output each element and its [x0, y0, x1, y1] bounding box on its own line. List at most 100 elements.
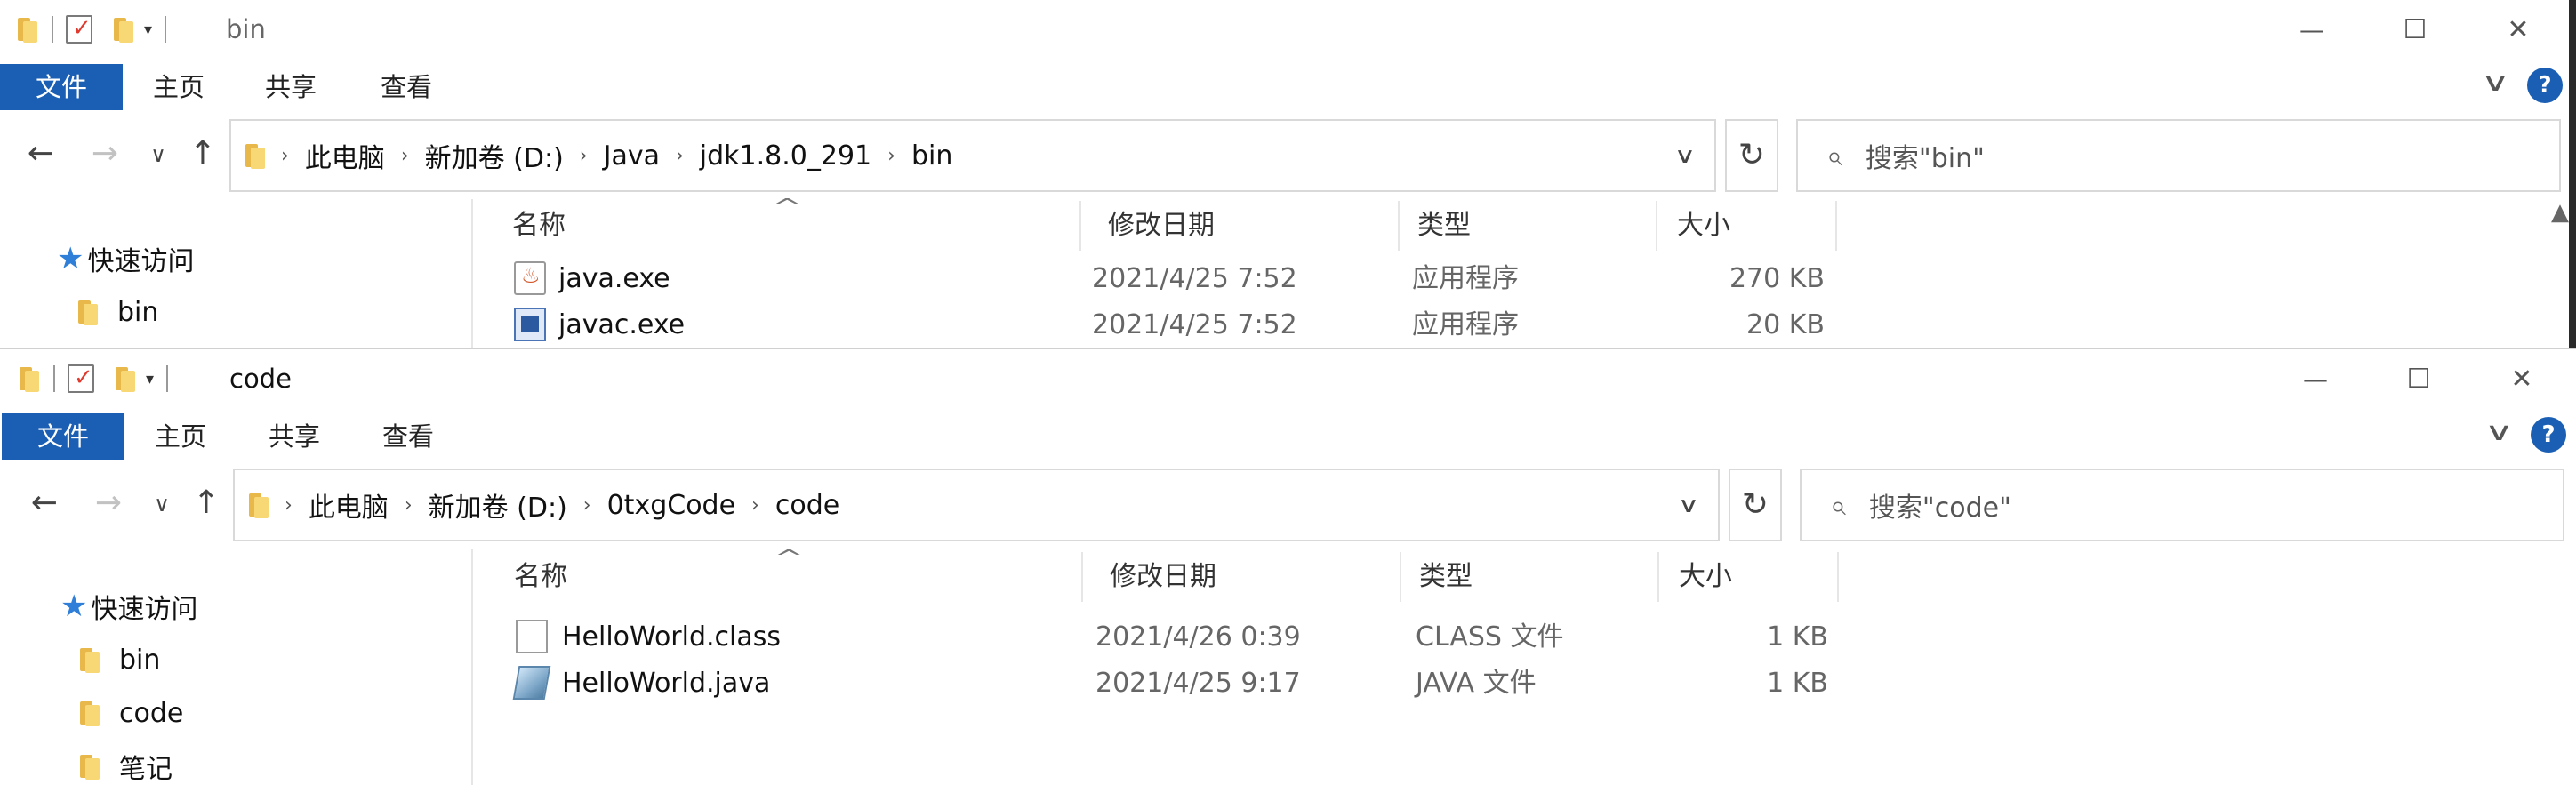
breadcrumb-code[interactable]: code: [775, 490, 839, 521]
new-folder-icon[interactable]: [114, 365, 137, 392]
help-icon[interactable]: ?: [2527, 68, 2563, 103]
breadcrumb-bin[interactable]: bin: [911, 140, 952, 172]
expand-ribbon-chevron-icon[interactable]: ∨: [2484, 417, 2514, 446]
search-placeholder[interactable]: 搜索"code": [1869, 485, 2011, 525]
address-history-dropdown-icon[interactable]: ∨: [1654, 119, 1716, 192]
search-placeholder[interactable]: 搜索"bin": [1866, 136, 1985, 175]
file-date: 2021/4/25 7:52: [1092, 309, 1297, 340]
separator: [166, 365, 169, 392]
column-header-type[interactable]: 类型: [1400, 201, 1657, 251]
sort-ascending-icon: ^: [772, 196, 802, 218]
tab-view[interactable]: 查看: [382, 413, 434, 460]
sidebar-item-bin[interactable]: bin: [76, 292, 158, 332]
address-history-dropdown-icon[interactable]: ∨: [1657, 469, 1720, 541]
table-row[interactable]: java.exe 2021/4/25 7:52 应用程序 270 KB: [475, 256, 1862, 302]
recent-locations-button[interactable]: ∨: [142, 492, 181, 517]
close-button[interactable]: ✕: [2500, 12, 2536, 48]
column-header-date[interactable]: 修改日期: [1081, 201, 1400, 251]
breadcrumb-separator[interactable]: ›: [583, 494, 591, 517]
maximize-button[interactable]: ☐: [2401, 362, 2436, 397]
maximize-button[interactable]: ☐: [2397, 12, 2433, 48]
properties-icon[interactable]: [68, 364, 94, 393]
window-title: code: [229, 364, 292, 394]
forward-button[interactable]: →: [85, 135, 124, 172]
breadcrumb-this-pc[interactable]: 此电脑: [305, 136, 385, 175]
table-row[interactable]: HelloWorld.java 2021/4/25 9:17 JAVA 文件 1…: [477, 661, 1864, 707]
breadcrumb-separator[interactable]: ›: [281, 145, 289, 167]
explorer-window-code: ▾ code — ☐ ✕ 文件 主页 共享 查看 ∨ ? ← → ∨ ↑ › 此…: [0, 348, 2576, 785]
back-button[interactable]: ←: [21, 135, 60, 172]
column-header-type[interactable]: 类型: [1401, 552, 1659, 602]
tab-file[interactable]: 文件: [2, 413, 124, 460]
minimize-button[interactable]: —: [2294, 12, 2330, 48]
java-exe-icon: [514, 261, 546, 295]
javac-exe-icon: [514, 308, 546, 341]
breadcrumb-separator[interactable]: ›: [751, 494, 759, 517]
address-bar[interactable]: › 此电脑 › 新加卷 (D:) › Java › jdk1.8.0_291 ›…: [229, 119, 1716, 192]
column-header-size[interactable]: 大小: [1657, 201, 1837, 251]
forward-button[interactable]: →: [89, 485, 128, 521]
up-button[interactable]: ↑: [183, 135, 222, 172]
breadcrumb-separator[interactable]: ›: [401, 145, 409, 167]
navigation-bar: ← → ∨ ↑ › 此电脑 › 新加卷 (D:) › 0txgCode › co…: [0, 469, 2576, 541]
breadcrumb-drive-d[interactable]: 新加卷 (D:): [429, 485, 567, 525]
search-icon: ⌕: [1830, 487, 1846, 522]
breadcrumb-separator[interactable]: ›: [405, 494, 413, 517]
file-name: HelloWorld.class: [562, 621, 782, 653]
quick-access-item[interactable]: ★ 快速访问: [57, 238, 194, 279]
table-row[interactable]: javac.exe 2021/4/25 7:52 应用程序 20 KB: [475, 302, 1862, 348]
refresh-button[interactable]: ↻: [1729, 469, 1782, 541]
breadcrumb-this-pc[interactable]: 此电脑: [309, 485, 389, 525]
separator: [52, 16, 53, 43]
close-button[interactable]: ✕: [2504, 362, 2540, 397]
sidebar-item-code[interactable]: code: [78, 693, 183, 733]
folder-icon: [78, 700, 101, 726]
file-size: 1 KB: [1767, 621, 1828, 653]
title-bar: ▾ code — ☐ ✕: [0, 349, 2576, 408]
minimize-button[interactable]: —: [2298, 362, 2333, 397]
breadcrumb-0txgcode[interactable]: 0txgCode: [607, 490, 735, 521]
tab-share[interactable]: 共享: [265, 64, 317, 110]
help-icon[interactable]: ?: [2531, 417, 2566, 453]
folder-icon: [247, 492, 270, 518]
file-size: 20 KB: [1746, 309, 1825, 340]
breadcrumb-separator[interactable]: ›: [285, 494, 293, 517]
up-button[interactable]: ↑: [187, 485, 226, 521]
folder-icon: [244, 142, 267, 169]
search-box[interactable]: ⌕ 搜索"bin": [1796, 119, 2561, 192]
tab-share[interactable]: 共享: [269, 413, 320, 460]
file-type: CLASS 文件: [1416, 621, 1564, 653]
tab-view[interactable]: 查看: [381, 64, 432, 110]
quick-access-item[interactable]: ★ 快速访问: [60, 586, 197, 627]
recent-locations-button[interactable]: ∨: [139, 142, 178, 167]
column-header-size[interactable]: 大小: [1659, 552, 1839, 602]
folder-icon: [16, 16, 39, 43]
breadcrumb-jdk[interactable]: jdk1.8.0_291: [700, 140, 871, 172]
customize-toolbar-dropdown-icon[interactable]: ▾: [146, 370, 154, 388]
file-name: HelloWorld.java: [562, 668, 771, 699]
file-date: 2021/4/26 0:39: [1095, 621, 1301, 653]
table-row[interactable]: HelloWorld.class 2021/4/26 0:39 CLASS 文件…: [477, 614, 1864, 661]
new-folder-icon[interactable]: [112, 16, 135, 43]
scroll-up-arrow-icon[interactable]: ▲: [2551, 199, 2569, 226]
file-date: 2021/4/25 7:52: [1092, 263, 1297, 294]
breadcrumb-separator[interactable]: ›: [580, 145, 588, 167]
column-header-date[interactable]: 修改日期: [1083, 552, 1401, 602]
sidebar-item-notes[interactable]: 笔记: [78, 746, 173, 785]
breadcrumb-separator[interactable]: ›: [887, 145, 895, 167]
title-bar: ▾ bin — ☐ ✕: [0, 0, 2576, 59]
search-box[interactable]: ⌕ 搜索"code": [1800, 469, 2564, 541]
tab-home[interactable]: 主页: [153, 64, 205, 110]
address-bar[interactable]: › 此电脑 › 新加卷 (D:) › 0txgCode › code: [233, 469, 1720, 541]
customize-toolbar-dropdown-icon[interactable]: ▾: [144, 20, 152, 39]
breadcrumb-java[interactable]: Java: [604, 140, 660, 172]
tab-home[interactable]: 主页: [155, 413, 206, 460]
expand-ribbon-chevron-icon[interactable]: ∨: [2481, 68, 2510, 97]
breadcrumb-drive-d[interactable]: 新加卷 (D:): [425, 136, 564, 175]
breadcrumb-separator[interactable]: ›: [676, 145, 684, 167]
sidebar-item-bin[interactable]: bin: [78, 639, 160, 680]
back-button[interactable]: ←: [25, 485, 64, 521]
refresh-button[interactable]: ↻: [1725, 119, 1778, 192]
properties-icon[interactable]: [66, 15, 92, 44]
tab-file[interactable]: 文件: [0, 64, 123, 110]
